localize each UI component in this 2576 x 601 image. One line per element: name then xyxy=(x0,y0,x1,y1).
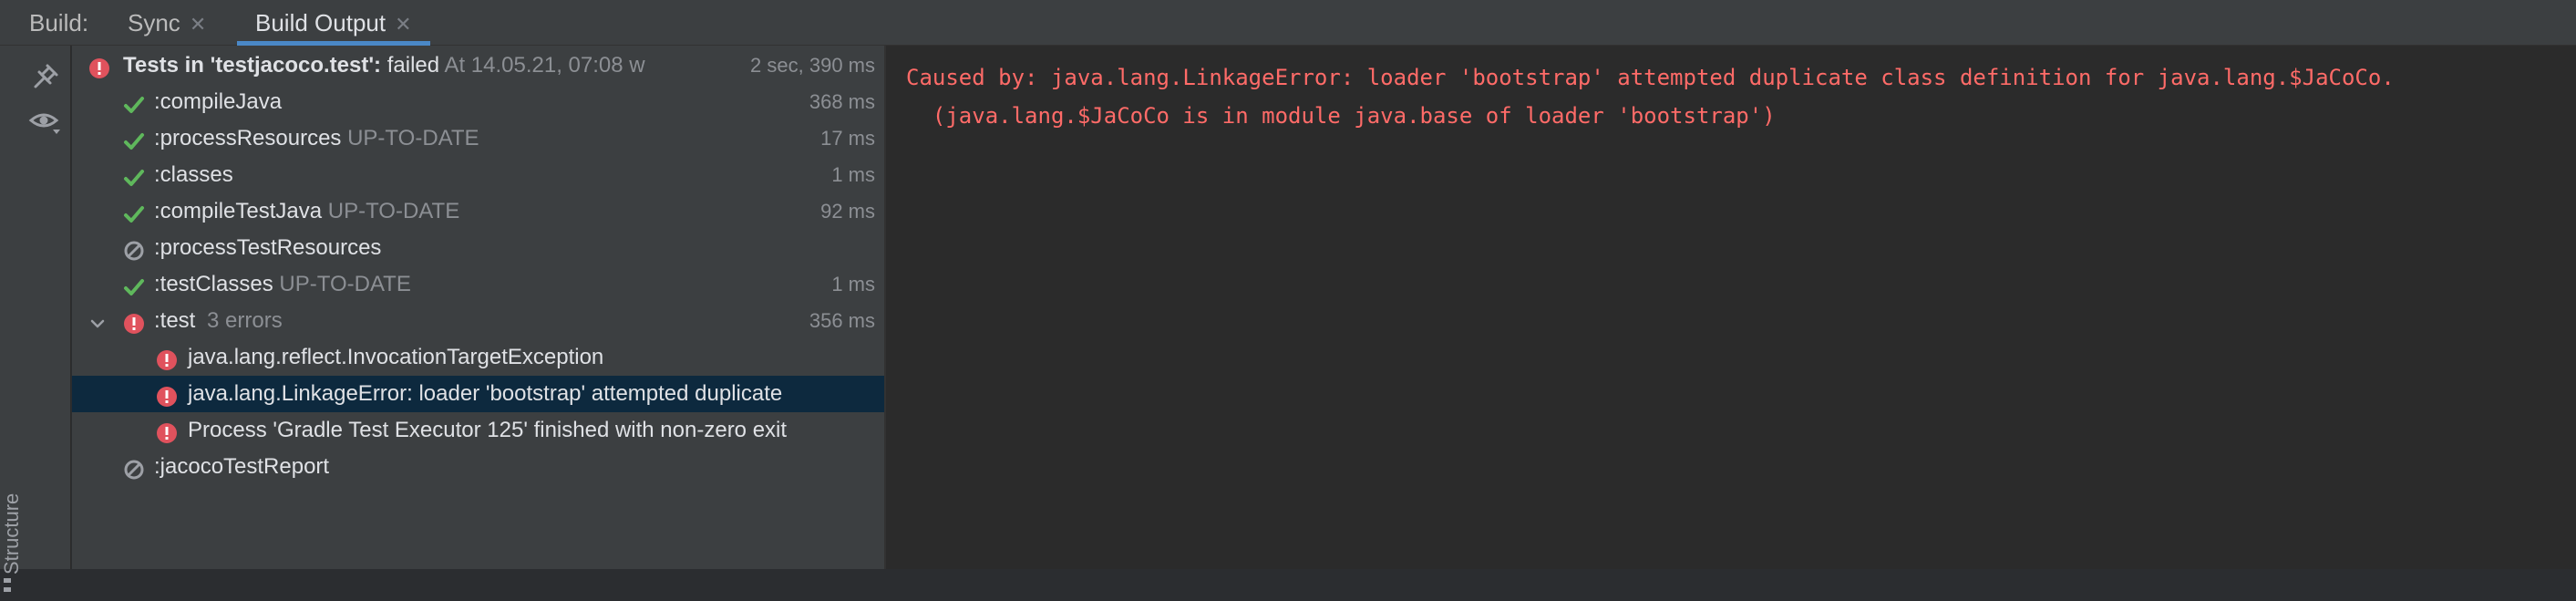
tab-build-output[interactable]: Build Output ✕ xyxy=(237,0,430,46)
tree-item-duration: 1 ms xyxy=(824,266,875,303)
tab-sync-label: Sync xyxy=(128,9,180,36)
close-icon[interactable]: ✕ xyxy=(395,13,411,36)
tree-item-duration: 368 ms xyxy=(801,84,875,120)
tree-root-status: failed xyxy=(386,53,440,78)
tab-build-output-label: Build Output xyxy=(255,9,386,36)
check-icon xyxy=(123,164,145,186)
error-icon xyxy=(156,347,178,370)
skipped-icon xyxy=(123,237,145,261)
tree-root-title: Tests in 'testjacoco.test': xyxy=(123,53,382,78)
tree-item-duration: 17 ms xyxy=(813,120,875,157)
pin-icon[interactable] xyxy=(27,58,64,95)
tree-item-processtestresources[interactable]: :processTestResources xyxy=(72,230,884,266)
tree-item-testclasses[interactable]: :testClasses UP-TO-DATE 1 ms xyxy=(72,266,884,303)
tree-item-duration: 356 ms xyxy=(801,303,875,339)
check-icon xyxy=(123,91,145,113)
tree-item-error-process-exit[interactable]: Process 'Gradle Test Executor 125' finis… xyxy=(72,412,884,449)
tree-item-test[interactable]: :test 3 errors 356 ms xyxy=(72,303,884,339)
structure-icon[interactable] xyxy=(2,575,13,596)
tree-item-label: java.lang.reflect.InvocationTargetExcept… xyxy=(188,345,604,369)
tree-item-duration: 92 ms xyxy=(813,193,875,230)
tree-root-duration: 2 sec, 390 ms xyxy=(743,47,875,84)
tree-item-status: UP-TO-DATE xyxy=(327,199,460,223)
tree-root-row[interactable]: Tests in 'testjacoco.test': failed At 14… xyxy=(72,47,884,84)
tree-item-label: :processResources xyxy=(154,126,342,150)
tree-item-label: Process 'Gradle Test Executor 125' finis… xyxy=(188,418,788,442)
tool-window-header: Build: Sync ✕ Build Output ✕ xyxy=(0,0,2576,46)
build-tree: Tests in 'testjacoco.test': failed At 14… xyxy=(72,46,884,569)
error-icon xyxy=(156,420,178,443)
error-icon xyxy=(123,310,145,334)
console-output[interactable]: Caused by: java.lang.LinkageError: loade… xyxy=(886,46,2576,569)
side-toolbar: Structure xyxy=(0,46,71,592)
tree-item-label: :compileJava xyxy=(154,89,283,114)
tree-item-duration: 1 ms xyxy=(824,157,875,193)
tree-item-compilejava[interactable]: :compileJava 368 ms xyxy=(72,84,884,120)
structure-tool-button-label[interactable]: Structure xyxy=(0,474,23,575)
check-icon xyxy=(123,128,145,150)
tree-item-label: :classes xyxy=(154,162,233,187)
tree-item-classes[interactable]: :classes 1 ms xyxy=(72,157,884,193)
tree-item-compiletestjava[interactable]: :compileTestJava UP-TO-DATE 92 ms xyxy=(72,193,884,230)
tree-item-label: :jacocoTestReport xyxy=(154,454,330,479)
error-icon xyxy=(156,383,178,407)
build-tool-window-title: Build: xyxy=(29,9,89,36)
check-icon xyxy=(123,274,145,295)
tree-item-processresources[interactable]: :processResources UP-TO-DATE 17 ms xyxy=(72,120,884,157)
tree-item-status: UP-TO-DATE xyxy=(279,272,411,296)
tree-item-label: :compileTestJava xyxy=(154,199,323,223)
tree-item-label: :processTestResources xyxy=(154,235,382,260)
close-icon[interactable]: ✕ xyxy=(190,13,206,36)
tree-item-label: :test xyxy=(154,308,196,333)
chevron-down-icon[interactable] xyxy=(87,310,108,332)
tab-sync[interactable]: Sync ✕ xyxy=(128,0,206,46)
tree-item-status: UP-TO-DATE xyxy=(347,126,479,150)
tree-root-timestamp: At 14.05.21, 07:08 w xyxy=(444,53,645,78)
skipped-icon xyxy=(123,456,145,480)
eye-filter-icon[interactable] xyxy=(27,104,64,140)
tree-item-jacocotestreport[interactable]: :jacocoTestReport xyxy=(72,449,884,485)
tree-item-error-count: 3 errors xyxy=(207,308,283,333)
console-line: (java.lang.$JaCoCo is in module java.bas… xyxy=(906,103,1776,129)
tree-item-label: java.lang.LinkageError: loader 'bootstra… xyxy=(188,381,783,406)
error-icon xyxy=(88,55,110,78)
check-icon xyxy=(123,201,145,223)
tree-item-error-linkageerror[interactable]: java.lang.LinkageError: loader 'bootstra… xyxy=(72,376,884,412)
tree-item-error-invocationtargetexception[interactable]: java.lang.reflect.InvocationTargetExcept… xyxy=(72,339,884,376)
tree-item-label: :testClasses xyxy=(154,272,273,296)
